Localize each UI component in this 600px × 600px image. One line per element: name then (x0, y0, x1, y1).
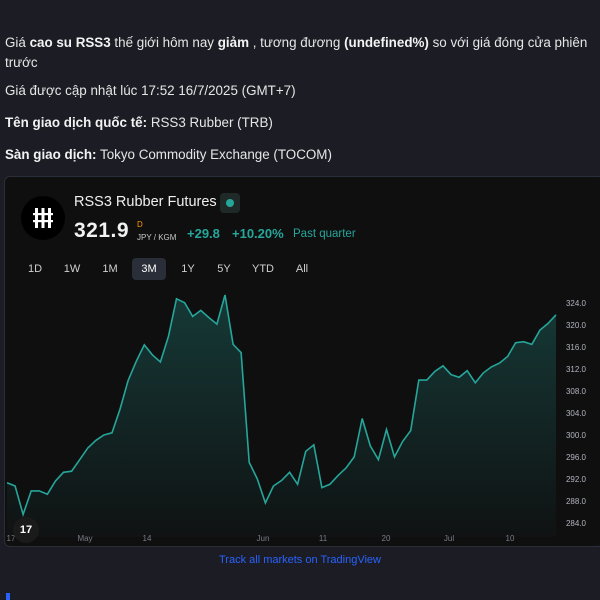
y-tick-label: 292.0 (566, 475, 587, 484)
symbol-name[interactable]: RSS3 Rubber Futures (74, 194, 217, 210)
tab-all[interactable]: All (287, 258, 317, 280)
tab-1m[interactable]: 1M (95, 258, 125, 280)
x-tick-label: May (77, 534, 92, 543)
price-change-percent: +10.20% (232, 226, 284, 241)
y-tick-label: 308.0 (566, 387, 587, 396)
y-tick-label: 320.0 (566, 321, 587, 330)
y-tick-label: 324.0 (566, 299, 587, 308)
commodity-name: cao su RSS3 (29, 35, 111, 50)
tab-ytd[interactable]: YTD (245, 258, 281, 280)
x-tick-label: Jun (257, 534, 270, 543)
intl-name-label: Tên giao dịch quốc tế: (5, 115, 148, 130)
price-change: +29.8 (187, 226, 220, 241)
track-markets-link[interactable]: Track all markets on TradingView (0, 554, 600, 566)
y-tick-label: 300.0 (566, 431, 587, 440)
intro-text: Giá cao su RSS3 thế giới hôm nay giảm , … (5, 33, 600, 73)
x-tick-label: 11 (319, 534, 328, 543)
rubber-logo-icon (21, 196, 65, 240)
tradingview-logo-icon[interactable]: 17 (13, 517, 39, 543)
next-section-marker (6, 593, 10, 600)
tab-1y[interactable]: 1Y (173, 258, 203, 280)
y-tick-label: 304.0 (566, 409, 587, 418)
tab-1d[interactable]: 1D (21, 258, 49, 280)
price-chart[interactable]: 284.0 288.0 292.0 296.0 300.0 304.0 308.0 312.0… (5, 287, 600, 547)
percent-value: (undefined%) (344, 35, 429, 50)
x-tick-label: Jul (444, 534, 454, 543)
intro-part2: thế giới hôm nay (110, 35, 218, 50)
y-tick-label: 284.0 (566, 519, 587, 528)
exchange-label: Sàn giao dịch: (5, 147, 97, 162)
last-price: 321.9 (74, 219, 130, 242)
intro-part3: , tương đương (249, 35, 345, 50)
x-tick-label: 14 (143, 534, 152, 543)
x-tick-label: 20 (382, 534, 391, 543)
intl-name-line: Tên giao dịch quốc tế: RSS3 Rubber (TRB) (5, 113, 273, 133)
y-tick-label: 316.0 (566, 343, 587, 352)
price-unit: JPY / KGM (137, 233, 177, 242)
market-open-dot-icon (226, 199, 234, 207)
y-tick-label: 296.0 (566, 453, 587, 462)
x-tick-label: 10 (506, 534, 515, 543)
price-area (7, 295, 556, 537)
intl-name-value: RSS3 Rubber (TRB) (147, 115, 273, 130)
updated-time: Giá được cập nhật lúc 17:52 16/7/2025 (G… (5, 83, 296, 98)
change-period: Past quarter (293, 228, 356, 240)
y-tick-label: 288.0 (566, 497, 587, 506)
tab-5y[interactable]: 5Y (209, 258, 239, 280)
y-tick-label: 312.0 (566, 365, 587, 374)
tradingview-widget: RSS3 Rubber Futures 321.9 D JPY / KGM +2… (4, 176, 600, 547)
tab-3m[interactable]: 3M (132, 258, 166, 280)
market-status-badge[interactable] (220, 193, 240, 213)
exchange-line: Sàn giao dịch: Tokyo Commodity Exchange … (5, 145, 332, 165)
tab-1w[interactable]: 1W (57, 258, 87, 280)
intro-part1: Giá (5, 35, 30, 50)
direction-word: giảm (217, 35, 249, 50)
exchange-value: Tokyo Commodity Exchange (TOCOM) (96, 147, 332, 162)
price-marker: D (137, 220, 143, 229)
